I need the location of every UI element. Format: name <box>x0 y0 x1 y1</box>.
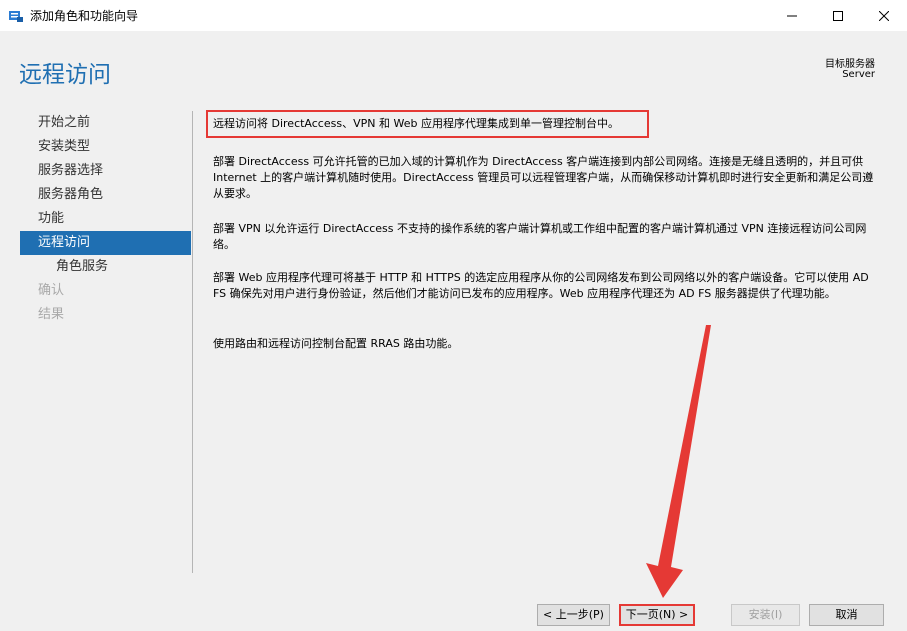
wizard-header: 远程访问 目标服务器 Server <box>0 31 907 105</box>
nav-item-results: 结果 <box>38 307 65 322</box>
nav-item-before-you-begin[interactable]: 开始之前 <box>20 111 191 135</box>
wizard-content: 远程访问将 DirectAccess、VPN 和 Web 应用程序代理集成到单一… <box>193 105 907 595</box>
rras-description: 使用路由和远程访问控制台配置 RRAS 路由功能。 <box>213 337 459 350</box>
nav-item-remote-access[interactable]: 远程访问 <box>20 231 191 255</box>
maximize-button[interactable] <box>815 0 861 31</box>
web-proxy-description: 部署 Web 应用程序代理可将基于 HTTP 和 HTTPS 的选定应用程序从你… <box>213 271 869 300</box>
nav-item-installation-type[interactable]: 安装类型 <box>20 135 191 159</box>
nav-item-role-services[interactable]: 角色服务 <box>20 255 191 279</box>
nav-item-server-selection[interactable]: 服务器选择 <box>20 159 191 183</box>
wizard-footer: < 上一步(P) 下一页(N) > 安装(I) 取消 <box>0 595 907 631</box>
wizard-nav: 开始之前 安装类型 服务器选择 服务器角色 功能 远程访问 角色服务 确认 结果 <box>0 105 193 595</box>
next-button[interactable]: 下一页(N) > <box>619 604 695 626</box>
close-button[interactable] <box>861 0 907 31</box>
minimize-button[interactable] <box>769 0 815 31</box>
directaccess-description: 部署 DirectAccess 可允许托管的已加入域的计算机作为 DirectA… <box>213 155 874 200</box>
nav-item-server-roles[interactable]: 服务器角色 <box>20 183 191 207</box>
intro-text: 远程访问将 DirectAccess、VPN 和 Web 应用程序代理集成到单一… <box>206 110 649 138</box>
cancel-button[interactable]: 取消 <box>809 604 884 626</box>
vpn-description: 部署 VPN 以允许运行 DirectAccess 不支持的操作系统的客户端计算… <box>213 222 867 251</box>
nav-divider <box>192 111 193 573</box>
page-title: 远程访问 <box>19 62 111 88</box>
minimize-icon <box>787 15 797 16</box>
maximize-icon <box>833 10 843 21</box>
title-bar: 添加角色和功能向导 <box>0 0 907 31</box>
destination-server-value: Server <box>842 69 875 80</box>
close-icon <box>879 10 889 21</box>
previous-button[interactable]: < 上一步(P) <box>537 604 610 626</box>
nav-item-confirmation: 确认 <box>38 283 65 298</box>
nav-item-features[interactable]: 功能 <box>20 207 191 231</box>
window-title: 添加角色和功能向导 <box>30 9 139 23</box>
server-manager-icon <box>8 8 24 22</box>
destination-server-label: 目标服务器 <box>825 59 875 70</box>
install-button: 安装(I) <box>731 604 800 626</box>
